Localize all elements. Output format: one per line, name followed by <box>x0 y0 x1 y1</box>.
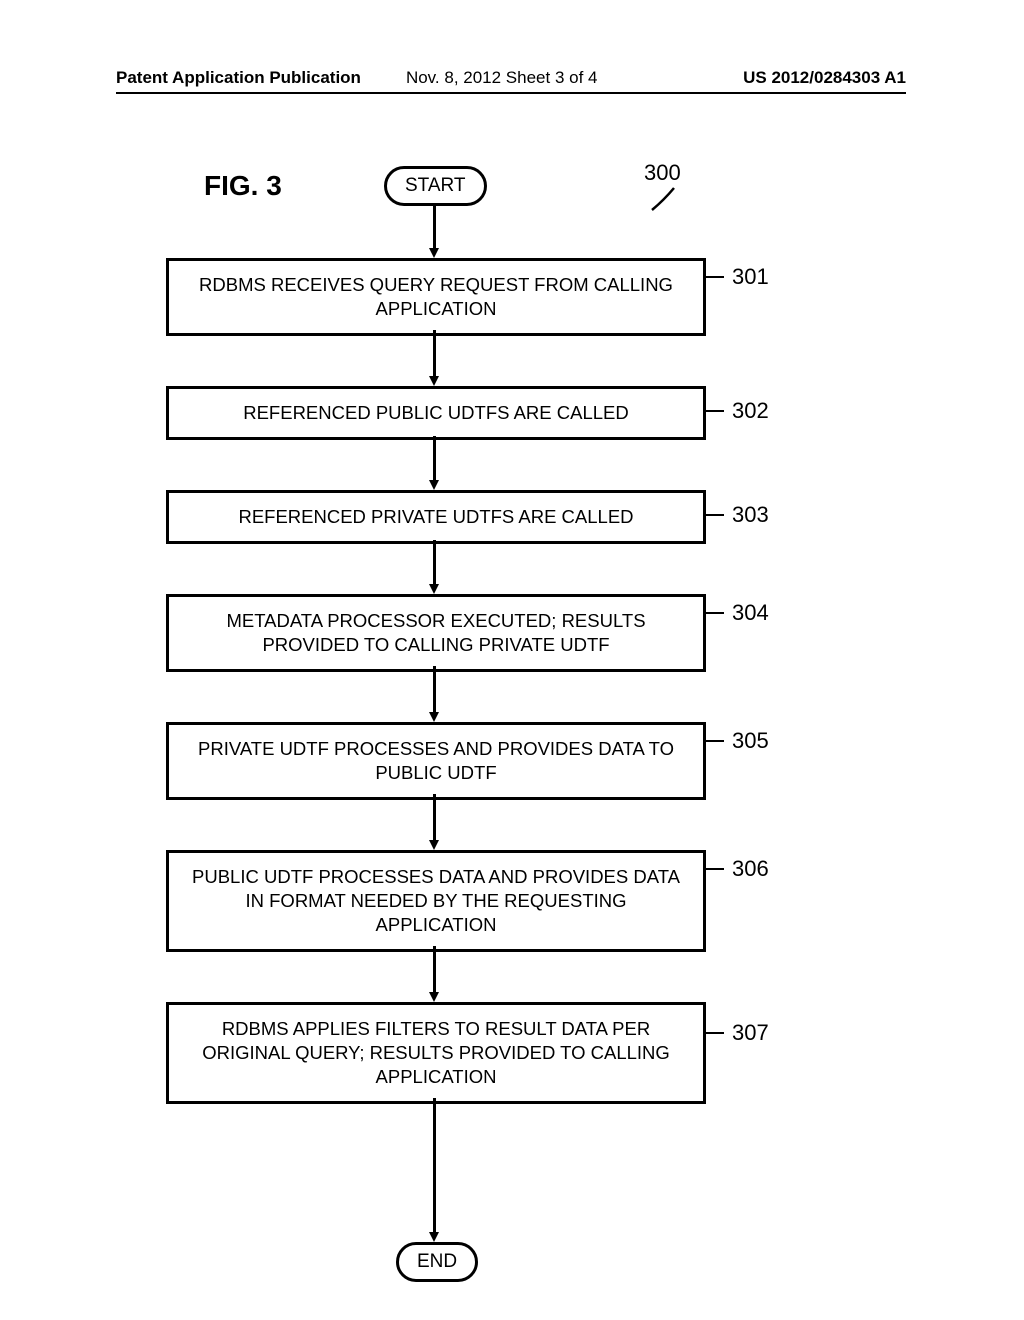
connector-4-5 <box>433 666 436 714</box>
flowchart-step-302: REFERENCED PUBLIC UDTFS ARE CALLED <box>166 386 706 440</box>
connector-1-2 <box>433 330 436 378</box>
arrow-icon <box>429 992 439 1002</box>
reference-label-302: 302 <box>732 398 769 424</box>
ref-line <box>706 1032 724 1034</box>
reference-label-307: 307 <box>732 1020 769 1046</box>
arrow-icon <box>429 584 439 594</box>
flowchart-step-305: PRIVATE UDTF PROCESSES AND PROVIDES DATA… <box>166 722 706 800</box>
flowchart-step-307: RDBMS APPLIES FILTERS TO RESULT DATA PER… <box>166 1002 706 1104</box>
header-center: Nov. 8, 2012 Sheet 3 of 4 <box>406 68 598 88</box>
reference-label-306: 306 <box>732 856 769 882</box>
connector-5-6 <box>433 794 436 842</box>
ref-line <box>706 276 724 278</box>
flowchart-step-301: RDBMS RECEIVES QUERY REQUEST FROM CALLIN… <box>166 258 706 336</box>
reference-300: 300 <box>644 160 681 186</box>
ref-line <box>706 612 724 614</box>
reference-label-304: 304 <box>732 600 769 626</box>
reference-label-305: 305 <box>732 728 769 754</box>
arrow-icon <box>429 248 439 258</box>
ref-line <box>706 410 724 412</box>
reference-300-arc <box>650 186 678 214</box>
arrow-icon <box>429 712 439 722</box>
start-terminal: START <box>384 166 487 206</box>
flowchart-step-306: PUBLIC UDTF PROCESSES DATA AND PROVIDES … <box>166 850 706 952</box>
header-left: Patent Application Publication <box>116 68 361 88</box>
flowchart-step-303: REFERENCED PRIVATE UDTFS ARE CALLED <box>166 490 706 544</box>
ref-line <box>706 868 724 870</box>
arrow-icon <box>429 840 439 850</box>
figure-title-row: FIG. 3 START 300 <box>116 160 906 202</box>
figure-title: FIG. 3 <box>204 170 282 202</box>
figure-content: FIG. 3 START 300 RDBMS RECEIVES QUERY RE… <box>116 160 906 202</box>
connector-7-end <box>433 1098 436 1234</box>
page-header: Patent Application Publication Nov. 8, 2… <box>116 68 906 94</box>
flowchart-step-304: METADATA PROCESSOR EXECUTED; RESULTS PRO… <box>166 594 706 672</box>
arrow-icon <box>429 480 439 490</box>
connector-3-4 <box>433 540 436 586</box>
header-right: US 2012/0284303 A1 <box>743 68 906 88</box>
ref-line <box>706 514 724 516</box>
arrow-icon <box>429 1232 439 1242</box>
end-terminal: END <box>396 1242 478 1282</box>
reference-label-303: 303 <box>732 502 769 528</box>
connector-start-1 <box>433 206 436 250</box>
reference-label-301: 301 <box>732 264 769 290</box>
connector-2-3 <box>433 436 436 482</box>
ref-line <box>706 740 724 742</box>
arrow-icon <box>429 376 439 386</box>
connector-6-7 <box>433 946 436 994</box>
